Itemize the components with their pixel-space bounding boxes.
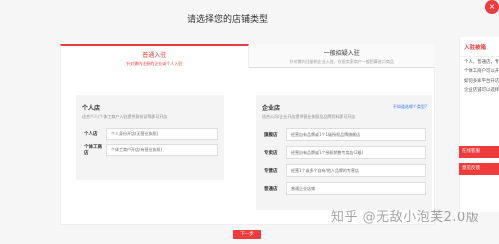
shop-option-row[interactable]: 个人店 个人身份开店(无营业执照) (82, 128, 218, 140)
enterprise-shop-desc: 适合公司/企业开店提供营业执照及品牌资料即可开店 (262, 114, 356, 119)
shop-option-row[interactable]: 个体工商店 个体工商户开店(有营业执照) (82, 144, 218, 156)
personal-shop-title: 个人店 (82, 105, 101, 112)
shop-option-value: 个体工商户开店(有营业执照) (106, 144, 218, 156)
help-link[interactable]: 不知道选哪个类型? (393, 104, 427, 110)
shop-option-key: 个体工商店 (84, 145, 102, 156)
shop-option-row[interactable]: 专卖店 经营自有品牌或1个授权销售专卖店(2级) (262, 146, 426, 159)
shop-option-row[interactable]: 普通店 普通企业店铺 (262, 182, 426, 195)
side-panel-text: 个体工商户可以开普通企业店铺店 (464, 69, 499, 75)
tab-normal-entry[interactable]: 普通入驻 针对需内注册的企业或个人入驻 (60, 44, 249, 68)
tab-content: 个人店 适合个人/个体工商户入驻提供身份证等即可开店 个人店 个人身份开店(无营… (60, 68, 435, 225)
close-icon[interactable]: × (485, 0, 499, 14)
tab-general-entry[interactable]: 一般招疑入驻 针对需内注册的企业入驻，仅限卖家商户一般招募进口商品 (248, 44, 435, 68)
feedback-button[interactable]: 意见反馈 (459, 163, 499, 175)
shop-type-tabs: 普通入驻 针对需内注册的企业或个人入驻 一般招疑入驻 针对需内注册的企业入驻，仅… (60, 44, 435, 68)
next-step-button[interactable]: 下一步 (233, 230, 261, 239)
enterprise-shop-panel: 企业店 适合公司/企业开店提供营业执照及品牌资料即可开店 不知道选哪个类型? 旗… (256, 95, 432, 210)
shop-option-key: 个人店 (84, 132, 98, 137)
shop-option-row[interactable]: 旗舰店 经营自有品牌或1个1级授权品牌旗舰店 (262, 128, 426, 141)
watermark-text: 知乎 @无敌小泡芙2.0版 (331, 210, 480, 225)
shop-option-key: 普通店 (264, 186, 278, 192)
tab-title: 一般招疑入驻 (323, 50, 360, 57)
shop-option-value: 经营自有品牌或1个1级授权品牌旗舰店 (286, 128, 426, 141)
shop-option-value: 普通企业店铺 (286, 182, 426, 195)
side-panel-text: 如何多家平台开店是否需要再 (464, 78, 499, 84)
shop-option-value: 经营1个或多个自有/他人品牌的专营店 (286, 164, 426, 177)
page-title: 请选择您的店铺类型 (186, 15, 268, 25)
shop-option-row[interactable]: 专营店 经营1个或多个自有/他人品牌的专营店 (262, 164, 426, 177)
shop-option-key: 专卖店 (264, 150, 278, 156)
side-panel-title: 入驻被箱 (460, 37, 499, 57)
tab-subtitle: 针对需内注册的企业入驻，仅限卖家商户一般招募进口商品 (289, 59, 394, 64)
tab-title: 普通入驻 (142, 52, 167, 59)
shop-option-value: 经营自有品牌或1个授权销售专卖店(2级) (286, 146, 426, 159)
shop-option-key: 旗舰店 (264, 132, 278, 138)
online-service-button[interactable]: 在线客服 (459, 146, 499, 158)
side-help-panel: 入驻被箱 个人，普通店，专卖店，专营店，旗舰店，不能提供以下个 个体工商户可以开… (459, 37, 499, 212)
personal-shop-desc: 适合个人/个体工商户入驻提供身份证等即可开店 (82, 114, 168, 119)
shop-option-value: 个人身份开店(无营业执照) (106, 128, 218, 140)
side-panel-text: 企业店铺可以选择普通企业店 (464, 88, 499, 94)
side-panel-text: 个人，普通店，专卖店，专营店，旗舰店，不能提供以下个 (464, 60, 499, 65)
personal-shop-panel: 个人店 适合个人/个体工商户入驻提供身份证等即可开店 个人店 个人身份开店(无营… (76, 95, 224, 180)
shop-option-key: 专营店 (264, 168, 278, 174)
tab-subtitle: 针对需内注册的企业或个人入驻 (126, 61, 183, 66)
